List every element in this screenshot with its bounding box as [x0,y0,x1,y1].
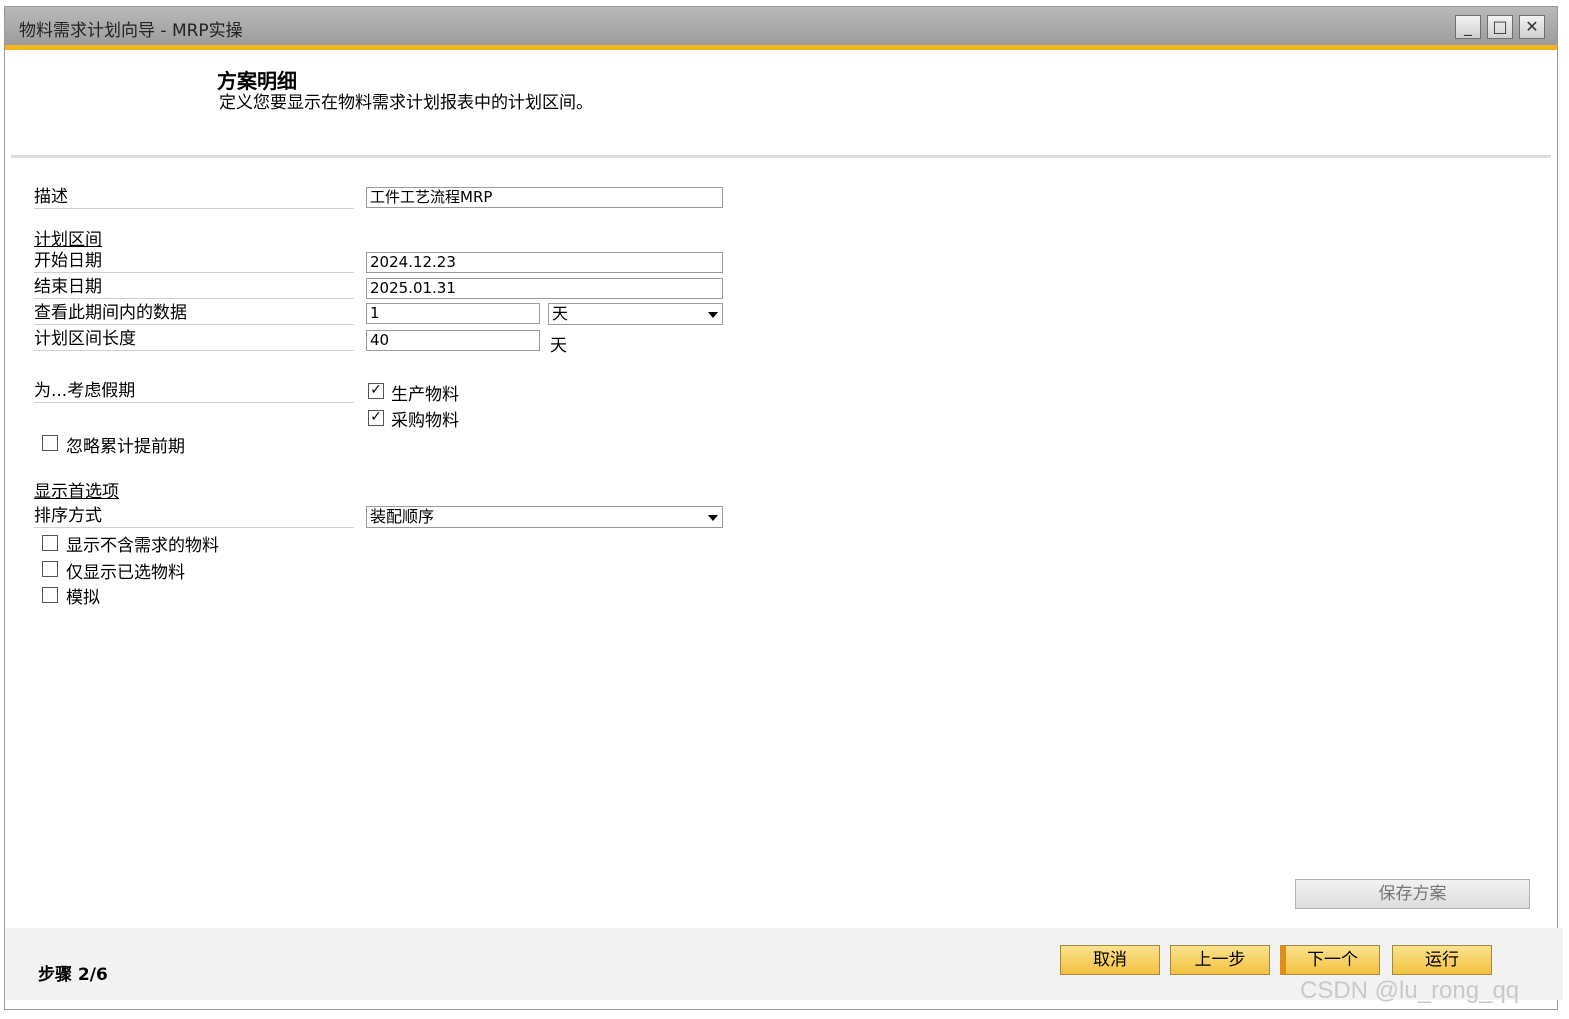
previous-button[interactable]: 上一步 [1170,945,1270,975]
view-period-input[interactable]: 1 [366,303,540,324]
purchase-items-checkbox[interactable]: ✓ [368,410,384,426]
step-indicator: 步骤 2/6 [38,965,108,985]
close-icon[interactable]: ✕ [1519,15,1545,39]
ignore-lead-time-checkbox[interactable] [42,435,58,451]
holidays-label: 为...考虑假期 [34,380,354,403]
description-input[interactable]: 工件工艺流程MRP [366,187,723,208]
view-period-label: 查看此期间内的数据 [34,302,354,325]
sort-select[interactable]: 装配顺序 [366,506,723,528]
cancel-button[interactable]: 取消 [1060,945,1160,975]
period-length-unit: 天 [550,336,567,356]
run-button[interactable]: 运行 [1392,945,1492,975]
watermark: CSDN @lu_rong_qq [1300,977,1520,1004]
sort-value: 装配顺序 [370,507,435,526]
show-no-demand-label: 显示不含需求的物料 [66,536,219,556]
wizard-header: 方案明细 定义您要显示在物料需求计划报表中的计划区间。 [11,51,1551,158]
simulate-label: 模拟 [66,588,100,608]
start-date-label: 开始日期 [34,250,354,273]
chevron-down-icon [708,312,718,318]
simulate-checkbox[interactable] [42,587,58,603]
next-button[interactable]: 下一个 [1280,945,1380,975]
page-subtitle: 定义您要显示在物料需求计划报表中的计划区间。 [219,93,593,113]
show-no-demand-checkbox[interactable] [42,535,58,551]
end-date-input[interactable]: 2025.01.31 [366,278,723,299]
production-items-label: 生产物料 [391,385,459,405]
minimize-icon[interactable]: _ [1455,15,1481,39]
save-scenario-button[interactable]: 保存方案 [1295,879,1530,909]
period-length-input[interactable]: 40 [366,330,540,351]
show-selected-only-label: 仅显示已选物料 [66,563,185,583]
planning-section-heading: 计划区间 [34,230,102,250]
maximize-icon[interactable]: □ [1487,15,1513,39]
sort-label: 排序方式 [34,505,354,528]
period-length-label: 计划区间长度 [34,328,354,351]
production-items-checkbox[interactable]: ✓ [368,383,384,399]
display-section-heading: 显示首选项 [34,482,119,502]
description-label: 描述 [34,186,354,209]
view-period-unit-value: 天 [552,304,569,323]
ignore-lead-time-label: 忽略累计提前期 [66,437,185,457]
end-date-label: 结束日期 [34,276,354,299]
show-selected-only-checkbox[interactable] [42,561,58,577]
purchase-items-label: 采购物料 [391,411,459,431]
window-title: 物料需求计划向导 - MRP实操 [19,21,243,41]
chevron-down-icon [708,515,718,521]
view-period-unit-select[interactable]: 天 [548,303,723,325]
title-bar[interactable]: 物料需求计划向导 - MRP实操 _ □ ✕ [5,7,1557,50]
start-date-input[interactable]: 2024.12.23 [366,252,723,273]
